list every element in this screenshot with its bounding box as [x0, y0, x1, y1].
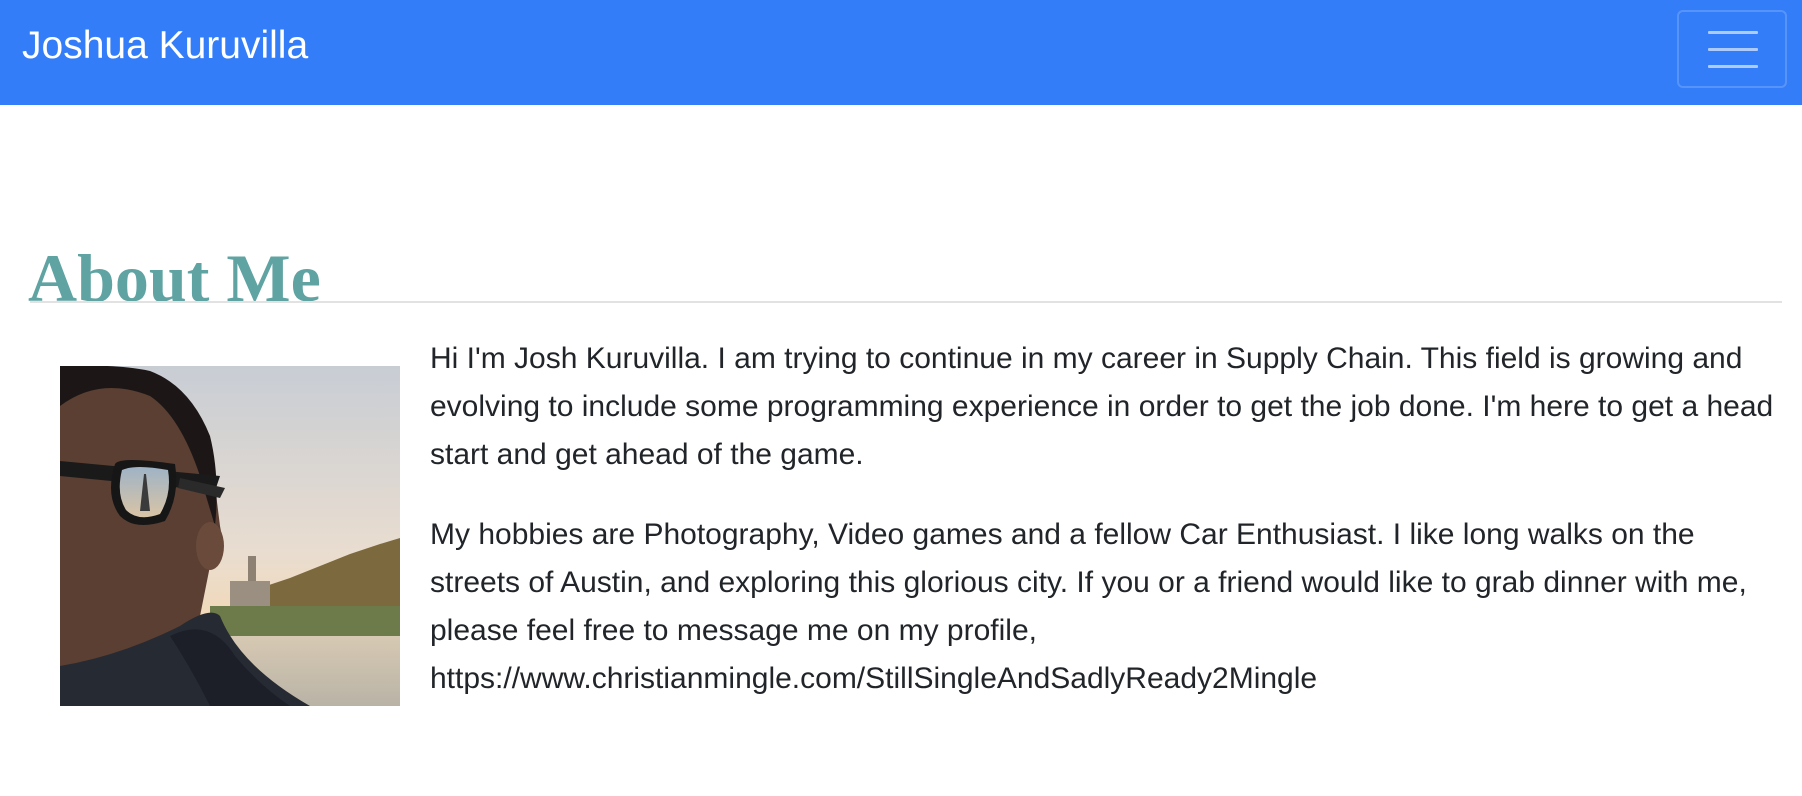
about-content: Hi I'm Josh Kuruvilla. I am trying to co…	[430, 335, 1775, 735]
hamburger-menu-icon	[1708, 31, 1758, 69]
hobbies-paragraph: My hobbies are Photography, Video games …	[430, 518, 1747, 695]
navbar-toggle-button[interactable]	[1677, 10, 1787, 88]
section-divider	[30, 301, 1782, 303]
profile-photo	[60, 366, 400, 706]
intro-paragraph: Hi I'm Josh Kuruvilla. I am trying to co…	[430, 342, 1774, 471]
top-navbar: Joshua Kuruvilla	[0, 0, 1802, 105]
page-title: About Me	[28, 239, 321, 316]
navbar-brand[interactable]: Joshua Kuruvilla	[22, 24, 308, 68]
